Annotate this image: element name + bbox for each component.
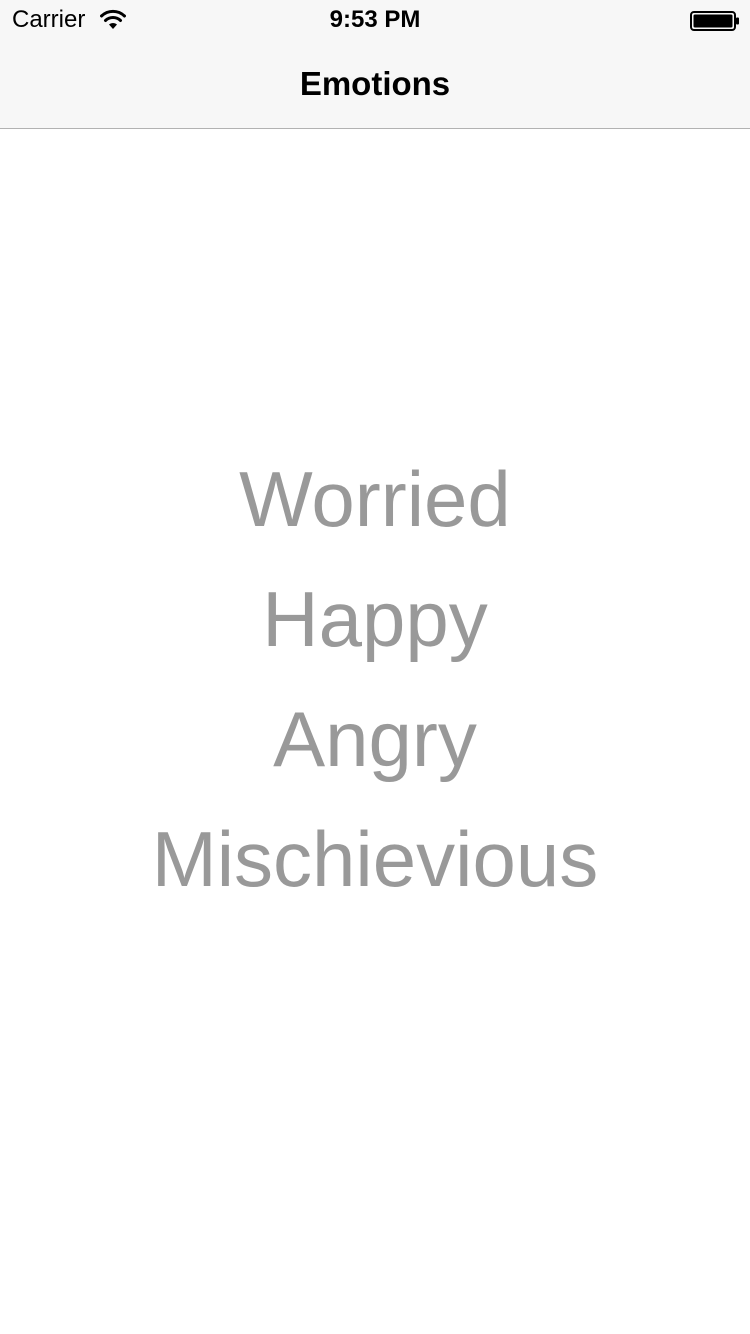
nav-title: Emotions xyxy=(299,65,451,102)
emotion-button-worried[interactable]: Worried xyxy=(0,439,750,559)
app-screen: Carrier 9:53 PM Emotions Worried Happy A… xyxy=(0,0,750,1334)
emotion-list: Worried Happy Angry Mischievious xyxy=(0,439,750,919)
emotion-button-happy[interactable]: Happy xyxy=(0,559,750,679)
emotion-button-mischievious[interactable]: Mischievious xyxy=(0,799,750,919)
status-bar: Carrier 9:53 PM xyxy=(0,0,750,40)
emotion-button-angry[interactable]: Angry xyxy=(0,679,750,799)
main-content: Worried Happy Angry Mischievious xyxy=(0,129,750,1334)
navigation-bar: Emotions xyxy=(0,40,750,129)
status-time: 9:53 PM xyxy=(329,6,421,33)
battery-icon xyxy=(690,11,739,31)
